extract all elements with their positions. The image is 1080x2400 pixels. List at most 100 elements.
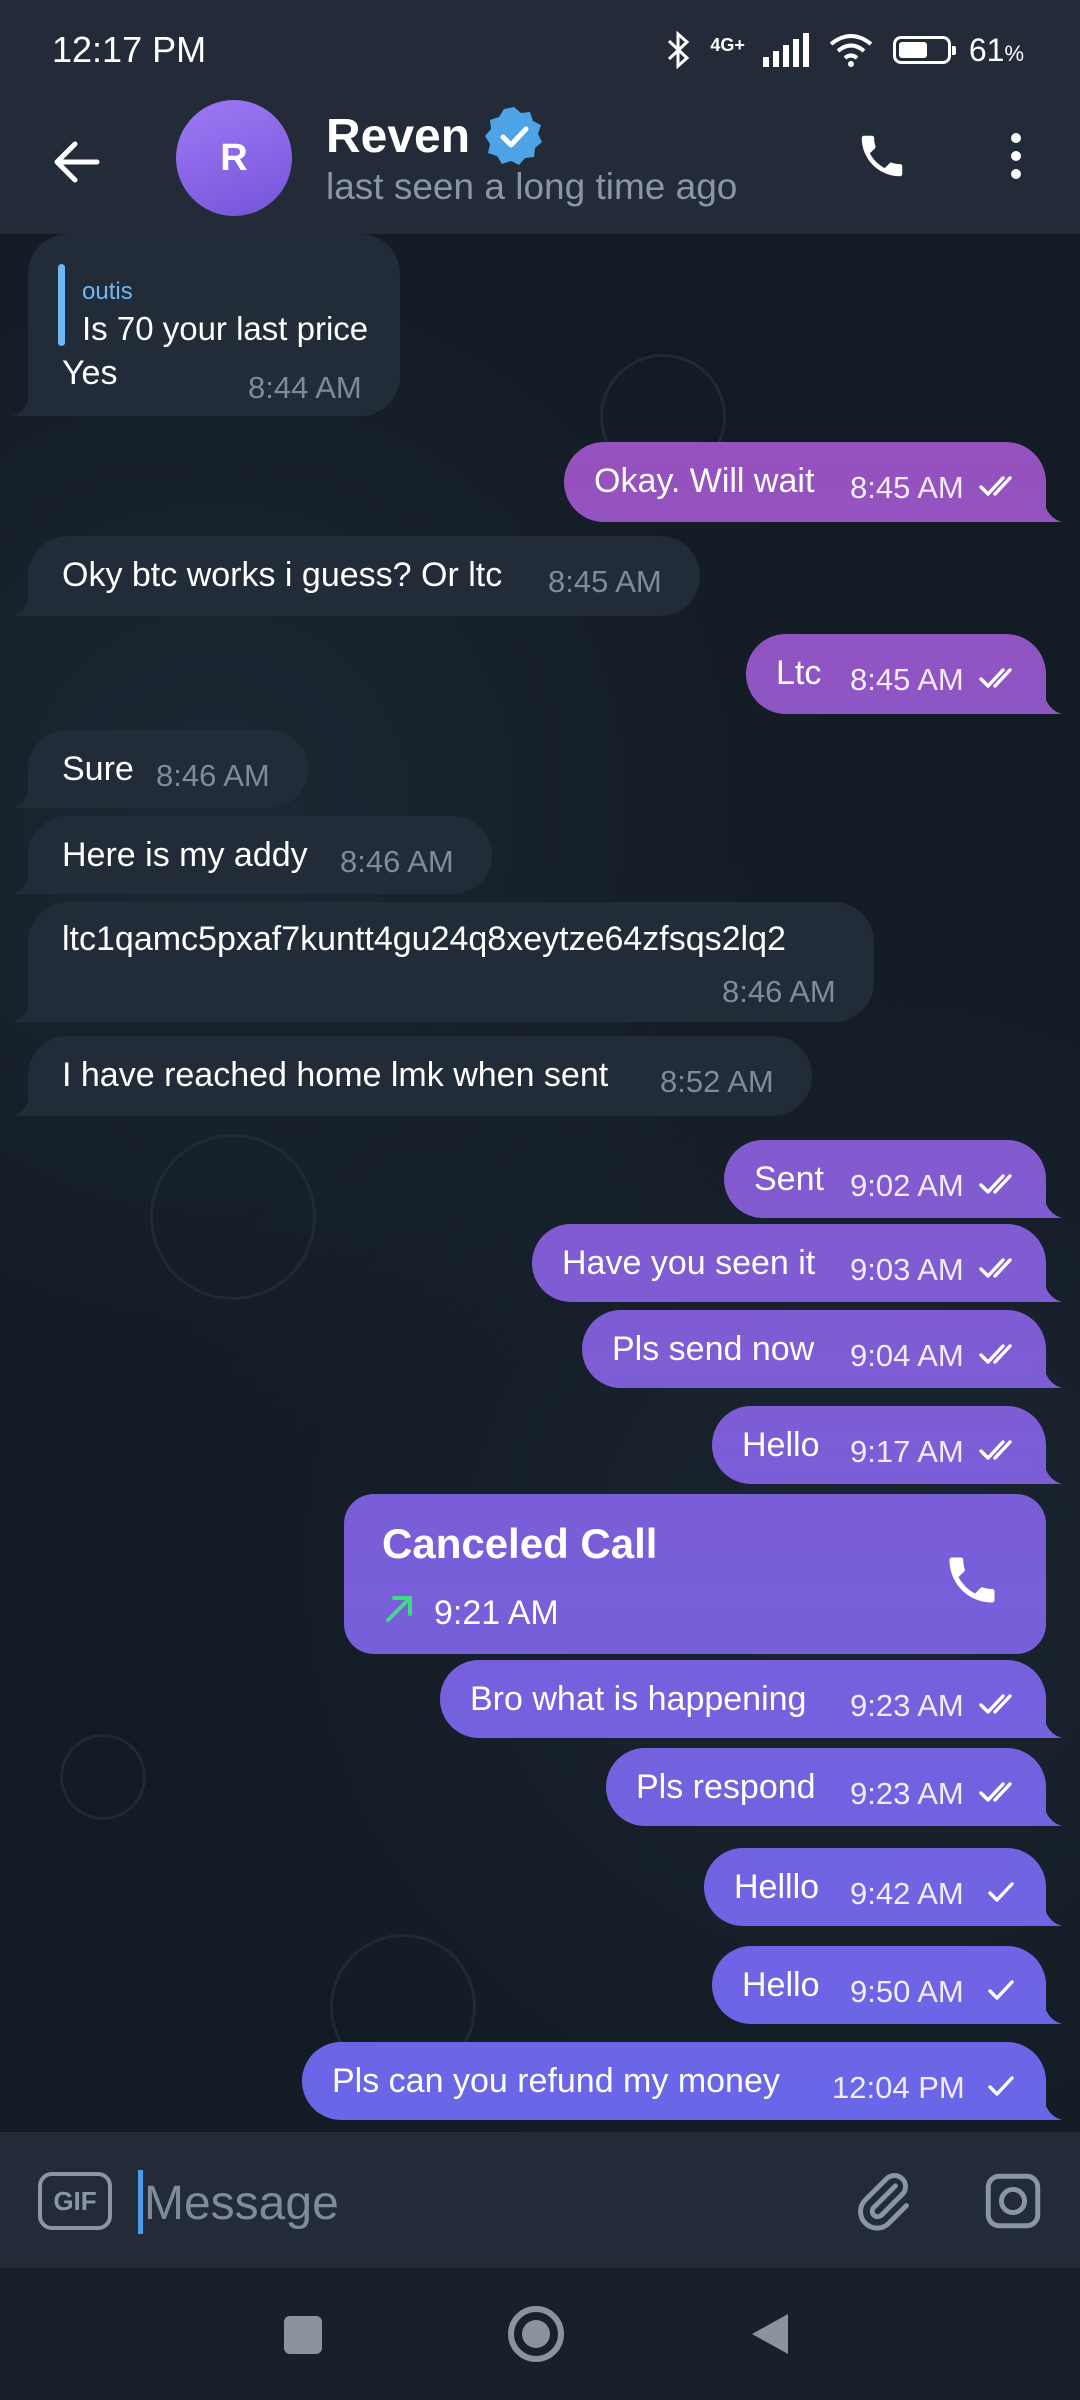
- bubble-tail: [12, 994, 40, 1022]
- outgoing-message[interactable]: Have you seen it 9:03 AM: [532, 1224, 1062, 1302]
- message-time: 8:45 AM: [548, 564, 662, 599]
- message-text: Hello: [742, 1966, 820, 2004]
- bubble-tail: [1034, 1898, 1062, 1926]
- outgoing-message[interactable]: Pls respond 9:23 AM: [606, 1748, 1062, 1826]
- message-input[interactable]: [142, 2162, 826, 2244]
- bubble-tail: [12, 388, 40, 416]
- message-text: Have you seen it: [562, 1244, 816, 1282]
- outgoing-message[interactable]: Pls can you refund my money 12:04 PM: [302, 2042, 1062, 2120]
- status-icons: 4G+ 61%: [666, 31, 1024, 69]
- back-button[interactable]: [44, 130, 108, 194]
- camera-icon[interactable]: [980, 2168, 1046, 2234]
- incoming-message[interactable]: Sure 8:46 AM: [12, 730, 308, 808]
- message-text: Pls send now: [612, 1330, 815, 1368]
- message-text: Helllo: [734, 1868, 820, 1906]
- last-seen-status: last seen a long time ago: [326, 166, 738, 207]
- status-bar: 12:17 PM 4G+ 61%: [0, 0, 1080, 100]
- message-text: Pls respond: [636, 1768, 816, 1806]
- chat-header: R Reven last seen a long time ago: [0, 100, 1080, 234]
- reply-quote-bar: [58, 264, 65, 346]
- contact-name[interactable]: Reven: [326, 104, 546, 168]
- bubble-tail: [12, 780, 40, 808]
- bluetooth-icon: [668, 31, 690, 69]
- double-check-icon: [979, 1258, 1012, 1278]
- arrow-left-icon: [54, 141, 100, 183]
- outgoing-message[interactable]: Bro what is happening 9:23 AM: [440, 1660, 1062, 1738]
- back-nav-button[interactable]: [748, 2310, 792, 2358]
- message-time: 9:42 AM: [850, 1876, 964, 1911]
- bubble-tail: [1034, 494, 1062, 522]
- bubble-tail: [12, 866, 40, 894]
- incoming-message[interactable]: I have reached home lmk when sent 8:52 AM: [12, 1036, 812, 1116]
- wifi-icon: [829, 34, 873, 67]
- message-text: Sent: [754, 1160, 824, 1198]
- more-menu-button[interactable]: [996, 124, 1036, 188]
- message-text: Pls can you refund my money: [332, 2062, 780, 2100]
- signal-icon: [762, 33, 809, 67]
- message-time: 8:46 AM: [156, 758, 270, 793]
- message-text: Hello: [742, 1426, 820, 1464]
- paperclip-icon[interactable]: [850, 2168, 916, 2234]
- outgoing-message[interactable]: Pls send now 9:04 AM: [582, 1310, 1062, 1388]
- gif-button[interactable]: GIF: [38, 2172, 112, 2230]
- message-input-bar: GIF: [0, 2132, 1080, 2268]
- battery-icon: [892, 36, 956, 64]
- message-time: 9:17 AM: [850, 1434, 964, 1469]
- bubble-tail: [1034, 1360, 1062, 1388]
- check-icon: [988, 1980, 1014, 2000]
- incoming-message[interactable]: Oky btc works i guess? Or ltc 8:45 AM: [12, 536, 700, 616]
- home-button[interactable]: [506, 2304, 566, 2364]
- message-time: 9:04 AM: [850, 1338, 964, 1373]
- system-nav-bar: [0, 2268, 1080, 2400]
- outgoing-message[interactable]: Hello 9:50 AM: [712, 1946, 1062, 2024]
- double-check-icon: [979, 1344, 1012, 1364]
- incoming-message[interactable]: outis Is 70 your last price Yes 8:44 AM: [12, 234, 400, 416]
- bubble-tail: [1034, 1710, 1062, 1738]
- message-time: 8:45 AM: [850, 470, 964, 505]
- call-message-bubble[interactable]: Canceled Call 9:21 AM: [344, 1494, 1046, 1654]
- message-time: 12:04 PM: [832, 2070, 965, 2105]
- message-text: Ltc: [776, 654, 822, 692]
- message-text: Sure: [62, 750, 134, 788]
- chat-area[interactable]: outis Is 70 your last price Yes 8:44 AM Okay…: [0, 234, 1080, 2132]
- message-text: Bro what is happening: [470, 1680, 807, 1718]
- double-check-icon: [979, 476, 1012, 496]
- incoming-message[interactable]: Here is my addy 8:46 AM: [12, 816, 492, 894]
- outgoing-message[interactable]: Ltc 8:45 AM: [746, 634, 1062, 714]
- message-text: I have reached home lmk when sent: [62, 1056, 609, 1094]
- outgoing-message[interactable]: Hello 9:17 AM: [712, 1406, 1062, 1484]
- wallpaper-doodle: [60, 1734, 146, 1820]
- call-status-title: Canceled Call: [382, 1520, 658, 1567]
- avatar[interactable]: R: [176, 100, 292, 216]
- double-check-icon: [979, 668, 1012, 688]
- double-check-icon: [979, 1694, 1012, 1714]
- bubble-tail: [1034, 686, 1062, 714]
- call-time: 9:21 AM: [434, 1594, 559, 1632]
- message-text: Here is my addy: [62, 836, 308, 874]
- message-time: 8:52 AM: [660, 1064, 774, 1099]
- outgoing-message[interactable]: Okay. Will wait 8:45 AM: [564, 442, 1062, 522]
- outgoing-call-arrow-icon: [386, 1596, 412, 1622]
- message-text: Okay. Will wait: [594, 462, 815, 500]
- call-button[interactable]: [850, 124, 914, 188]
- outgoing-message[interactable]: Helllo 9:42 AM: [704, 1848, 1062, 1926]
- phone-icon: [861, 135, 903, 177]
- bubble-tail: [1034, 1456, 1062, 1484]
- check-icon: [988, 2076, 1014, 2096]
- message-time: 9:02 AM: [850, 1168, 964, 1203]
- incoming-message[interactable]: ltc1qamc5pxaf7kuntt4gu24q8xeytze64zfsqs2…: [12, 902, 874, 1022]
- message-time: 8:44 AM: [248, 370, 362, 405]
- battery-level: 61%: [968, 31, 1024, 68]
- reply-author[interactable]: outis: [82, 278, 133, 306]
- recents-button[interactable]: [284, 2316, 322, 2354]
- message-text: ltc1qamc5pxaf7kuntt4gu24q8xeytze64zfsqs2…: [62, 920, 786, 958]
- bubble-tail: [12, 1088, 40, 1116]
- message-text: Oky btc works i guess? Or ltc: [62, 556, 503, 594]
- more-vertical-icon: [1011, 133, 1021, 179]
- bubble-tail: [1034, 1996, 1062, 2024]
- bubble-tail: [12, 588, 40, 616]
- phone-icon[interactable]: [942, 1550, 1002, 1610]
- reply-quoted-text[interactable]: Is 70 your last price: [82, 310, 368, 348]
- double-check-icon: [979, 1174, 1012, 1194]
- outgoing-message[interactable]: Sent 9:02 AM: [724, 1140, 1062, 1218]
